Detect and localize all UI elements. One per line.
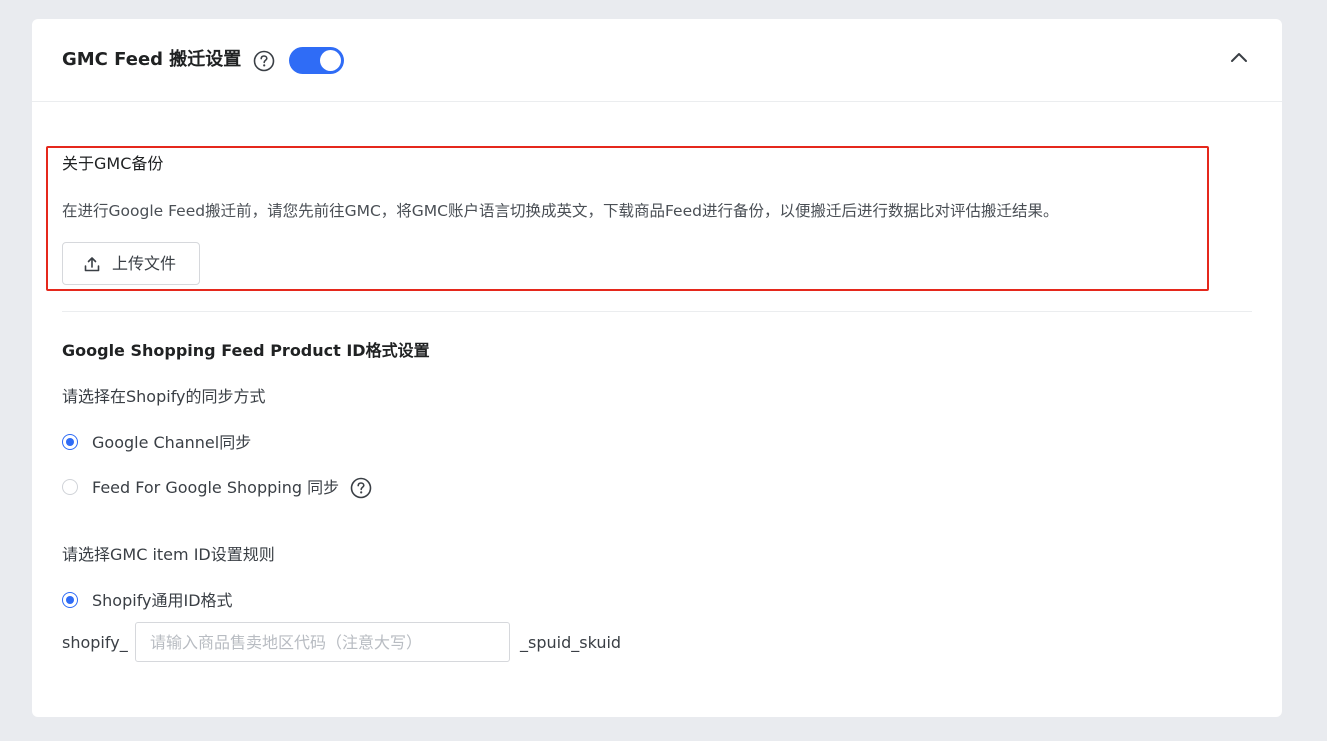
id-suffix-text: _spuid_skuid <box>520 633 622 652</box>
page-title: GMC Feed 搬迁设置 <box>62 49 242 70</box>
radio-button[interactable] <box>62 479 78 495</box>
radio-label: Feed For Google Shopping 同步 <box>92 478 340 497</box>
region-code-input[interactable] <box>135 622 510 662</box>
sync-method-label: 请选择在Shopify的同步方式 <box>62 387 266 406</box>
upload-file-label: 上传文件 <box>112 254 177 273</box>
backup-description: 在进行Google Feed搬迁前，请您先前往GMC，将GMC账户语言切换成英文… <box>62 202 1059 220</box>
radio-label: Google Channel同步 <box>92 433 252 452</box>
id-prefix-text: shopify_ <box>62 633 128 652</box>
radio-label: Shopify通用ID格式 <box>92 591 233 610</box>
feed-migration-toggle[interactable] <box>289 47 344 74</box>
section-divider <box>62 311 1252 312</box>
gmc-feed-settings-card: GMC Feed 搬迁设置 关于GMC备份 在进行Google Feed搬迁前，… <box>32 19 1282 717</box>
upload-icon <box>84 257 100 272</box>
product-id-section-title: Google Shopping Feed Product ID格式设置 <box>62 341 430 360</box>
question-circle-icon[interactable] <box>350 477 372 499</box>
upload-file-button[interactable]: 上传文件 <box>62 242 200 285</box>
question-circle-icon[interactable] <box>253 50 275 72</box>
radio-button[interactable] <box>62 434 78 450</box>
chevron-up-icon[interactable] <box>1229 50 1249 66</box>
radio-button[interactable] <box>62 592 78 608</box>
card-header: GMC Feed 搬迁设置 <box>32 19 1282 102</box>
id-rule-label: 请选择GMC item ID设置规则 <box>62 545 275 564</box>
backup-section-title: 关于GMC备份 <box>62 154 164 173</box>
toggle-knob <box>320 50 341 71</box>
